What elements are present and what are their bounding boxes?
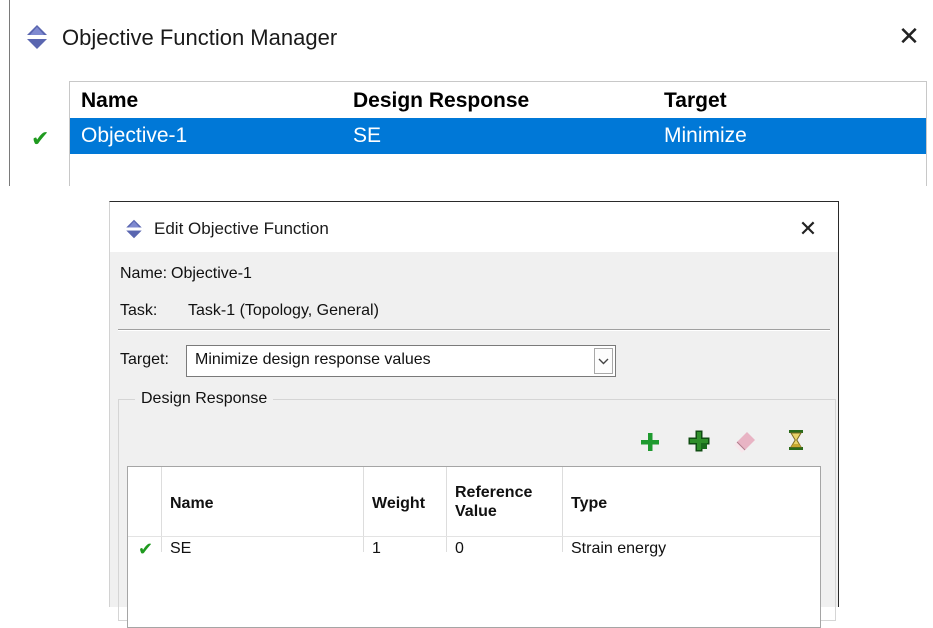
manager-close-icon[interactable]: ✕ [895,22,923,50]
column-divider [446,467,447,552]
row-reference-value[interactable]: 0 [455,539,464,559]
objective-function-table: Name Design Response Target Objective-1 … [69,81,927,186]
row-name: Objective-1 [81,124,188,147]
target-selected-value: Minimize design response values [195,351,431,368]
column-header-weight[interactable]: Weight [372,494,425,513]
edit-objective-function-dialog: Edit Objective Function ✕ Name: Objectiv… [109,201,839,628]
column-divider [363,467,364,552]
column-header-target[interactable]: Target [664,86,727,116]
target-label: Target: [120,351,169,368]
active-checkmark-icon[interactable]: ✔ [138,539,153,559]
column-divider [161,467,162,552]
manager-title: Objective Function Manager [62,25,338,50]
column-header-type[interactable]: Type [571,494,607,513]
dialog-titlebar: Edit Objective Function ✕ [110,202,838,252]
column-header-design-response[interactable]: Design Response [353,86,529,116]
separator [118,329,830,330]
row-target: Minimize [664,124,747,147]
row-type[interactable]: Strain energy [571,539,666,559]
task-value: Task-1 (Topology, General) [188,302,379,319]
group-title: Design Response [135,388,274,410]
eraser-icon[interactable] [733,430,757,454]
column-header-reference-value[interactable]: Reference Value [455,483,560,521]
dialog-title: Edit Objective Function [154,219,329,238]
manager-window-border [9,0,10,186]
column-divider [562,467,563,552]
design-response-table: Name Weight Reference Value Type ✔ SE 1 … [127,466,821,628]
dialog-close-icon[interactable]: ✕ [794,215,822,243]
add-from-selection-icon[interactable] [687,429,711,453]
target-dropdown[interactable]: Minimize design response values [186,345,616,377]
add-icon[interactable] [638,430,662,454]
header-divider [128,536,820,537]
name-label: Name: [120,265,168,282]
row-design-response: SE [353,124,382,147]
abaqus-diamond-icon [25,25,49,49]
hourglass-icon[interactable] [784,428,808,452]
task-label: Task: [120,302,158,319]
name-value: Objective-1 [171,265,252,282]
active-checkmark-icon[interactable]: ✔ [31,124,49,154]
chevron-down-icon[interactable] [594,348,613,374]
row-weight[interactable]: 1 [372,539,381,559]
table-row-selected[interactable]: Objective-1 SE Minimize [70,118,926,154]
row-name[interactable]: SE [170,539,191,559]
column-header-name[interactable]: Name [81,86,138,116]
abaqus-diamond-icon [124,219,144,239]
column-header-name[interactable]: Name [170,494,214,513]
